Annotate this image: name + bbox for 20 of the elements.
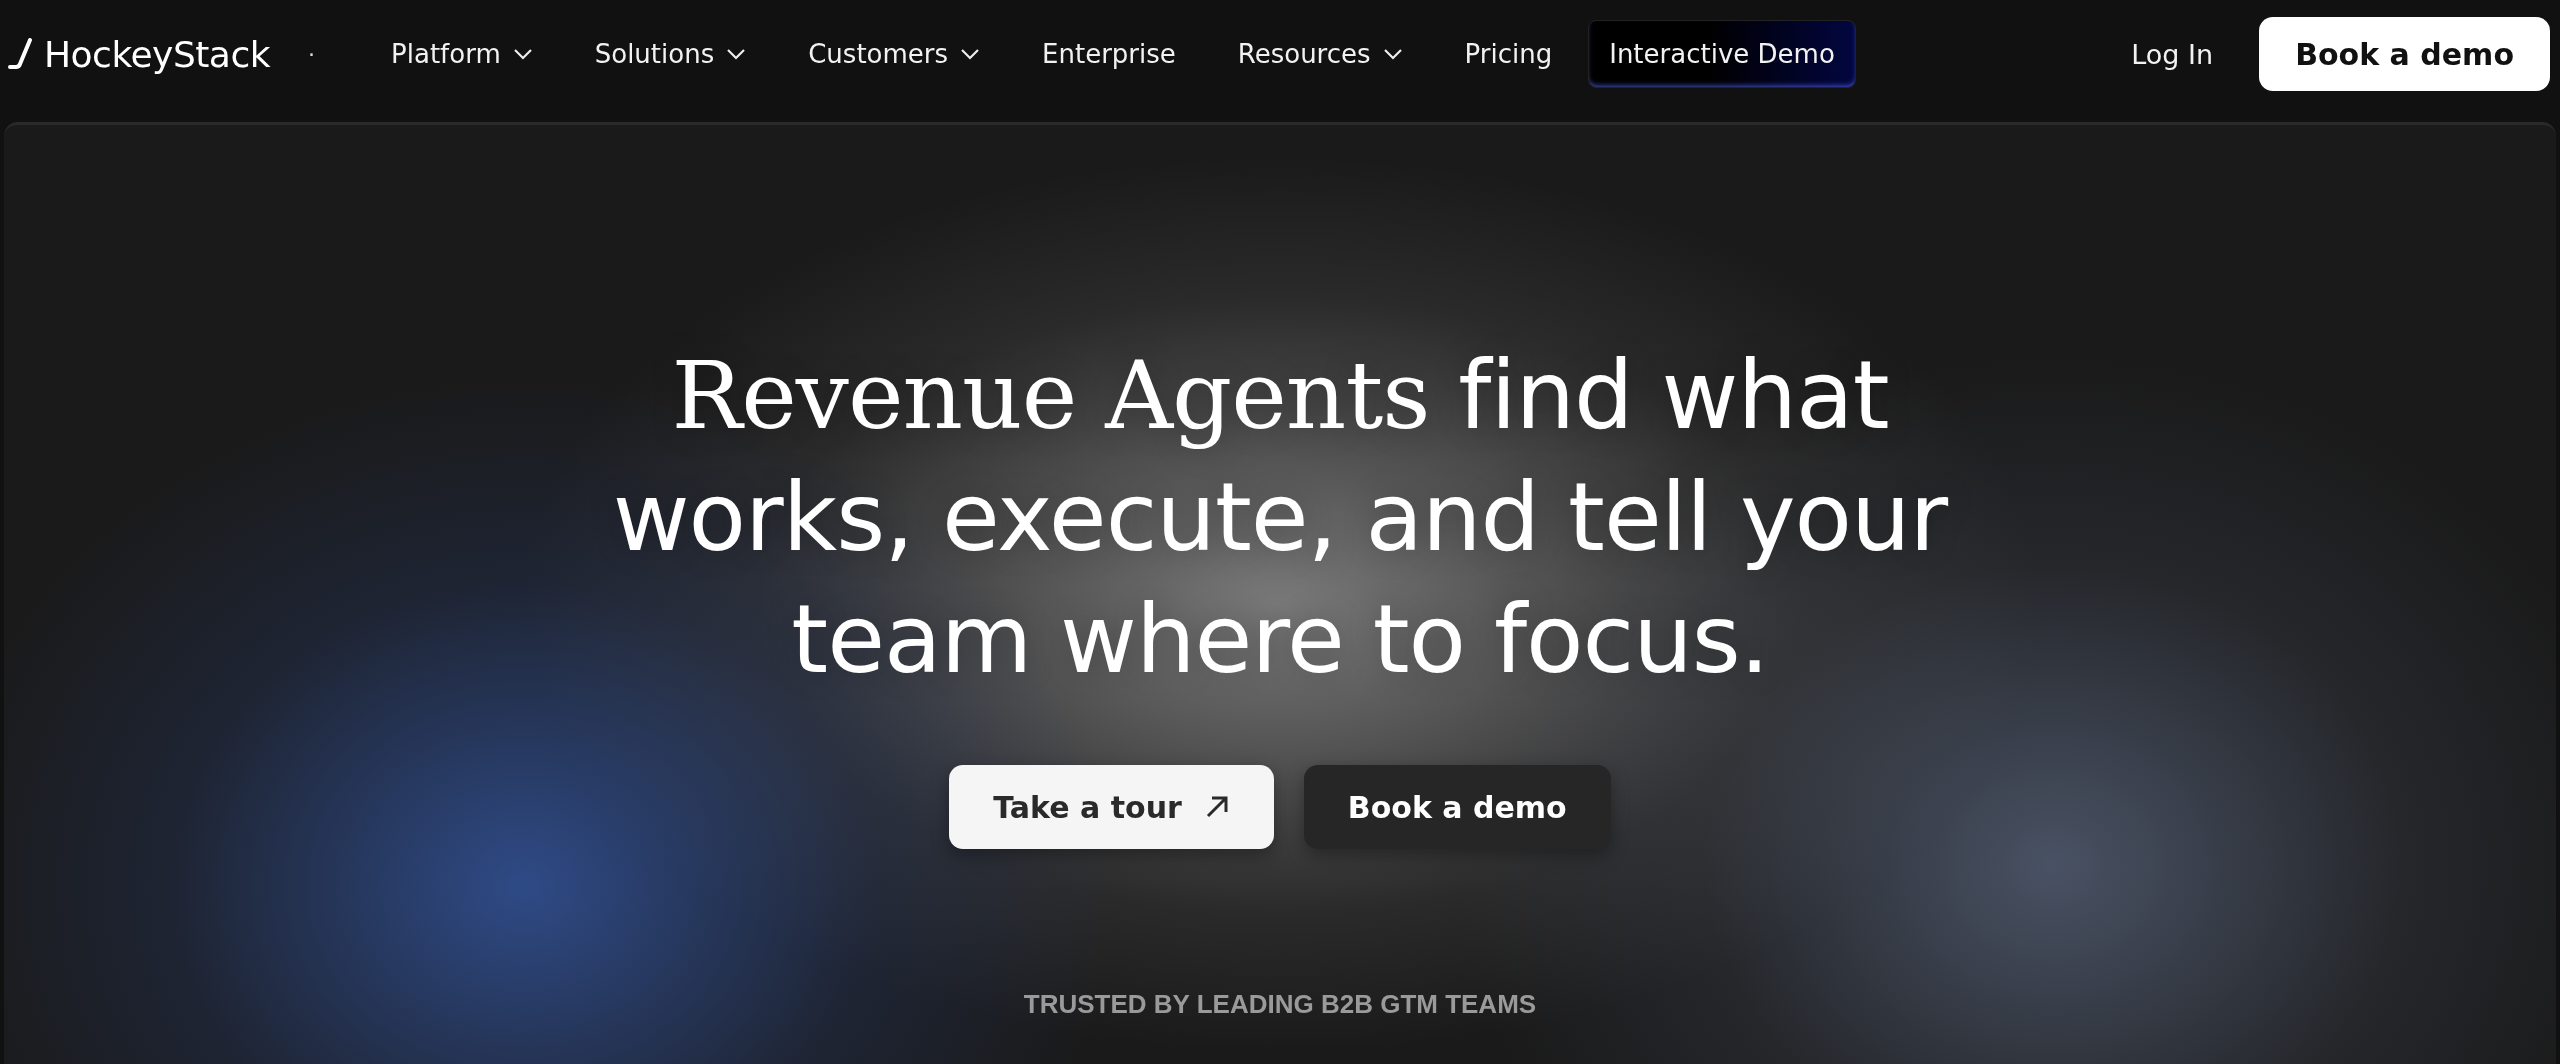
nav-link[interactable]: Pricing bbox=[1438, 20, 1579, 88]
chevron-down-icon bbox=[1382, 48, 1403, 60]
chevron-down-icon bbox=[512, 48, 533, 60]
chevron-down-icon bbox=[726, 48, 747, 60]
logo-text[interactable]: HockeyStack bbox=[44, 33, 271, 75]
hockey-stick-icon bbox=[8, 38, 34, 70]
nav-link[interactable]: Resources bbox=[1211, 20, 1429, 88]
book-demo-button[interactable]: Book a demo bbox=[1303, 765, 1611, 849]
chevron-down-icon bbox=[960, 48, 981, 60]
nav-link[interactable]: Customers bbox=[782, 20, 1007, 88]
book-demo-button[interactable]: Book a demo bbox=[2259, 17, 2550, 91]
trusted-caption: TRUSTED BY LEADING B2B GTM TEAMS bbox=[1023, 989, 1537, 1020]
demo-button[interactable]: Interactive Demo bbox=[1588, 20, 1856, 88]
nav-link[interactable]: Platform bbox=[365, 20, 559, 88]
headline: Revenue Agents find what works, execute, and tell your team where to focus. bbox=[611, 340, 1949, 696]
login-link[interactable]: Log In bbox=[2131, 38, 2214, 70]
separator-dot: · bbox=[308, 41, 316, 67]
tour-button[interactable]: Take a tour bbox=[949, 765, 1274, 849]
nav-link[interactable]: Solutions bbox=[568, 20, 773, 88]
nav-link[interactable]: Enterprise bbox=[1016, 20, 1202, 88]
